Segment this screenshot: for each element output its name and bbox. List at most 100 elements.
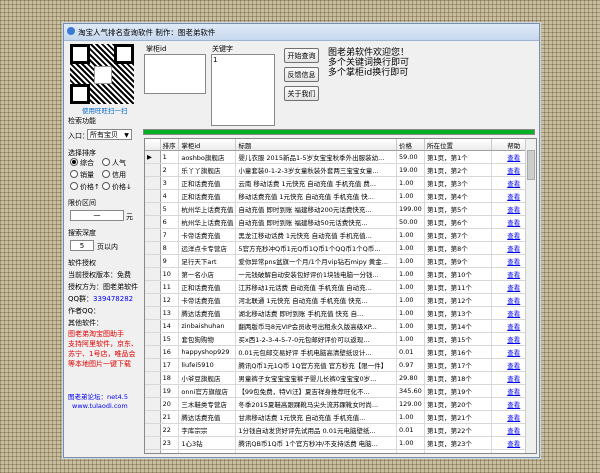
table-row[interactable]: 10 第一名小店 一元钱破解自动安装包好评价1块钱电脑一分钱... 1.00 第1页，第… [145, 267, 536, 281]
table-row[interactable]: 21 腾达话费充值 甘肃移动话费 1元快充 自动充值 手机充值... 1.00 第1页，… [145, 410, 536, 424]
position-cell: 第1页，第6个 [424, 215, 493, 229]
price-range-input[interactable]: 一 [70, 210, 124, 221]
title-cell: 腾讯QB币1Q币 1个官方秒冲/不支持话费 电脑... [235, 436, 398, 450]
column-header[interactable]: 标题 [235, 139, 398, 151]
row-header[interactable] [145, 332, 161, 346]
table-row[interactable]: 13 腾达话费充值 湖北移动话费 即时到账 手机充值 快充 自... 1.00 第1页，… [145, 306, 536, 320]
title-cell: 5官方充秒冲Q币1元Q币1Q币1个QQ币1个Q币... [235, 241, 398, 255]
table-row[interactable]: 17 liufei5910 腾讯Q币1元1Q币 1Q官方充值 官方秒充【限一件】 0.… [145, 358, 536, 372]
row-header[interactable] [145, 384, 161, 398]
table-row[interactable]: 24e吾旗舰店STACCATO/思加图羊皮6926C6秋女鞋女单鞋2014...… [145, 449, 536, 453]
website-link[interactable]: www.tulaodi.com [72, 402, 128, 410]
row-header[interactable] [145, 215, 161, 229]
sort-radio-price-desc[interactable]: 价格↓ [102, 182, 132, 192]
row-header[interactable] [145, 228, 161, 242]
row-header[interactable] [145, 436, 161, 450]
row-header[interactable]: ▶ [145, 150, 161, 164]
row-header[interactable] [145, 397, 161, 411]
table-row[interactable]: ▶ 1 aoshbo旗舰店 婴儿衣服 2015新品1-5岁女宝宝秋季外出服装幼... 5… [145, 150, 536, 164]
row-header[interactable] [145, 202, 161, 216]
start-query-button[interactable]: 开始查询 [284, 48, 319, 63]
row-header[interactable] [145, 371, 161, 385]
qq-group-link[interactable]: 339478282 [93, 295, 133, 303]
promo-line[interactable]: 等本地图片一键下载 [68, 359, 131, 369]
row-header[interactable] [145, 280, 161, 294]
shop-id-cell: 套包狗购物 [178, 332, 237, 346]
table-row[interactable]: 22 字库宗宗 1分钱自动发货好评先试用品 0.01元电脑壁纸... 0.01 第1页，… [145, 423, 536, 437]
row-header[interactable] [145, 189, 161, 203]
row-header[interactable] [145, 449, 161, 453]
table-row[interactable]: 9 足行天下art 爱你异常pns盆旗一个月/1个月vip钻石mipy 黄金... 1… [145, 254, 536, 268]
table-row[interactable]: 7 卡帝话费充值 黑龙江移动话费 1元快充 自动充值 手机充值... 1.00 第1页，… [145, 228, 536, 242]
price-cell: 1.00 [396, 280, 425, 294]
radio-label: 价格↑ [80, 183, 100, 191]
column-header[interactable]: 排序 [160, 139, 180, 151]
about-button[interactable]: 关于我们 [284, 86, 319, 101]
row-header[interactable] [145, 163, 161, 177]
row-header[interactable] [145, 410, 161, 424]
vertical-scrollbar[interactable] [525, 139, 536, 453]
forum-link[interactable]: 图老弟论坛：net4.5 [68, 391, 128, 401]
keyword-textarea[interactable]: 1 [211, 54, 275, 126]
feedback-button[interactable]: 反馈信息 [284, 67, 319, 82]
table-row[interactable]: 14 zinbaishuhan 翻两版币马8元VIP会员收号出租永久版高级XP...… [145, 319, 536, 333]
row-header[interactable] [145, 319, 161, 333]
row-header[interactable] [145, 423, 161, 437]
position-cell: 第1页，第5个 [424, 202, 493, 216]
row-header[interactable] [145, 267, 161, 281]
table-row[interactable]: 5 杭州华上话费充值 自动充值 即时到账 福建移动200元话费快充... 199.00… [145, 202, 536, 216]
scrollbar-thumb[interactable] [527, 150, 535, 180]
progress-bar [143, 129, 535, 135]
sort-radio-credit[interactable]: 信用 [102, 170, 126, 180]
rank-cell: 17 [160, 358, 180, 372]
column-header[interactable]: 掌柜id [178, 139, 237, 151]
row-header[interactable] [145, 241, 161, 255]
row-header[interactable] [145, 254, 161, 268]
table-row[interactable]: 19 onni官方旗舰店 【99包免费，特VI汪】夏吉祥身推荐旺化不... 345.6… [145, 384, 536, 398]
shop-id-textarea[interactable] [144, 54, 206, 94]
promo-line[interactable]: 图老弟淘宝图助手 [68, 329, 124, 339]
table-row[interactable]: 20 三木鞋类专营店 冬季2015夏鞋高跟踝靴马尖头流苏踝靴女时尚... 129.00… [145, 397, 536, 411]
column-header[interactable]: 价格 [396, 139, 425, 151]
table-row[interactable]: 2 乐丫丫旗舰店 小童套装0-1-2-3岁女童秋装外套两三宝宝女童... 19.00 第… [145, 163, 536, 177]
table-row[interactable]: 11 正和话费充值 江苏移动1元话费 自动充值 手机充值 自动充... 1.00 第1页… [145, 280, 536, 294]
position-cell: 第1页，第1个 [424, 150, 493, 164]
position-cell: 第1页，第9个 [424, 254, 493, 268]
title-cell: 翻两版币马8元VIP会员收号出租永久版高级XP... [235, 319, 398, 333]
promo-line[interactable]: 苏宁、1号店，唯品会 [68, 349, 135, 359]
row-header[interactable] [145, 345, 161, 359]
column-header[interactable]: 所在位置 [424, 139, 493, 151]
table-row[interactable]: 6 杭州华上话费充值 自动充值 即时到账 福建移动50元话费快充... 50.00 第1… [145, 215, 536, 229]
shop-id-cell: 腾达话费充值 [178, 306, 237, 320]
row-header[interactable] [145, 293, 161, 307]
price-cell: 1.00 [396, 293, 425, 307]
table-row[interactable]: 15 套包狗购物 买x西1-2-3-4-5-7-0元包邮好评价可以返现... 1.00… [145, 332, 536, 346]
qr-code-image [70, 44, 134, 104]
table-row[interactable]: 18 小爷豆旗舰店 男童裤子女宝宝宝宝裤子婴儿长裤0宝宝宝0岁... 29.80 第1页… [145, 371, 536, 385]
sort-radio-popularity[interactable]: 人气 [102, 158, 126, 168]
depth-input[interactable]: 5 [70, 240, 94, 251]
row-header[interactable] [145, 306, 161, 320]
sort-radio-comprehensive[interactable]: 综合 [70, 158, 94, 168]
row-header[interactable] [145, 176, 161, 190]
table-row[interactable]: 16 happyshop929 0.01元包邮交易好评 手机电脑高清壁纸设计... 0… [145, 345, 536, 359]
table-row[interactable]: 3 正和话费充值 云南 移动话费 1元快充 自动充值 手机充值 费... 1.00 第1… [145, 176, 536, 190]
title-cell: 河北联通 1元快充 自动充值 手机充值 快充... [235, 293, 398, 307]
sort-radio-sales[interactable]: 销量 [70, 170, 94, 180]
position-cell: 第1页，第11个 [424, 280, 493, 294]
entry-select[interactable]: 所有宝贝 ▼ [87, 129, 132, 140]
table-row[interactable]: 23 1心3钻 腾讯QB币1Q币 1个官方秒冲/不支持话费 电脑... 1.00 第1页… [145, 436, 536, 450]
shop-id-cell: 正和话费充值 [178, 280, 237, 294]
rank-cell: 22 [160, 423, 180, 437]
sort-radio-price-asc[interactable]: 价格↑ [70, 182, 100, 192]
price-cell: 50.00 [396, 215, 425, 229]
title-cell: 自动充值 即时到账 福建移动200元话费快充... [235, 202, 398, 216]
table-row[interactable]: 12 卡帝话费充值 河北联通 1元快充 自动充值 手机充值 快充... 1.00 第1页… [145, 293, 536, 307]
table-row[interactable]: 8 远洋点卡专营店 5官方充秒冲Q币1元Q币1Q币1个QQ币1个Q币... 1.00 第… [145, 241, 536, 255]
promo-line[interactable]: 支持阿里软件，京东、 [68, 339, 138, 349]
row-header[interactable] [145, 358, 161, 372]
title-bar: 淘宝人气排名查询软件 制作：图老弟软件 [64, 24, 539, 41]
table-row[interactable]: 4 正和话费充值 移动话费充值 1元快充 自动充值 手机充值 快... 1.00 第1页… [145, 189, 536, 203]
main-window: 淘宝人气排名查询软件 制作：图老弟软件 使用旺旺扫一扫 检索功能 入口： 所有宝… [63, 23, 540, 458]
rank-cell: 13 [160, 306, 180, 320]
